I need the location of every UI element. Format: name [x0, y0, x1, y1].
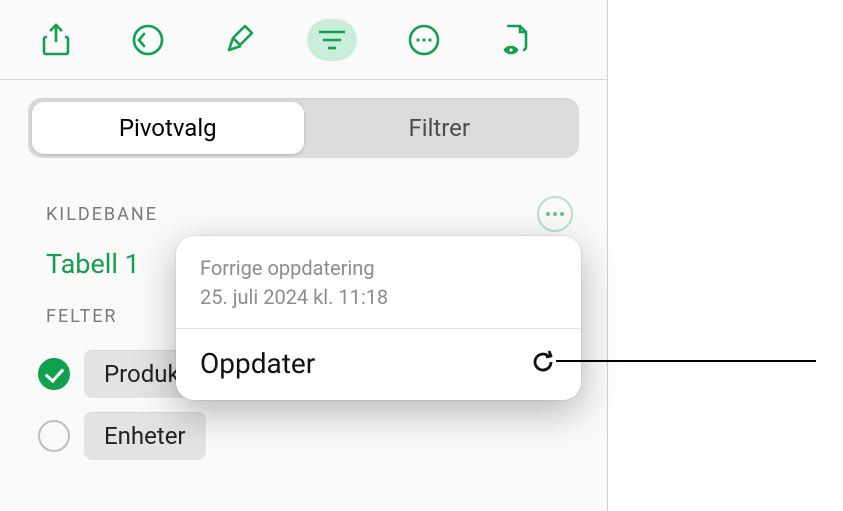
- field-checkbox[interactable]: [38, 420, 70, 452]
- paintbrush-icon: [220, 20, 260, 60]
- field-chip[interactable]: Enheter: [84, 412, 206, 460]
- segmented-control: Pivotvalg Filtrer: [28, 98, 579, 158]
- field-checkbox[interactable]: [38, 358, 70, 390]
- source-menu-button[interactable]: [537, 196, 573, 232]
- source-section-header: KILDEBANE: [46, 204, 158, 225]
- refresh-label: Oppdater: [200, 347, 315, 380]
- organize-button[interactable]: [286, 10, 378, 70]
- share-button[interactable]: [10, 10, 102, 70]
- inspector-panel: Pivotvalg Filtrer KILDEBANE Tabell 1 FEL…: [0, 0, 608, 511]
- filter-lines-icon: [307, 19, 357, 61]
- more-button[interactable]: [378, 10, 470, 70]
- tab-pivot-options[interactable]: Pivotvalg: [32, 102, 304, 154]
- last-update-label: Forrige oppdatering: [200, 254, 557, 283]
- toolbar: [0, 0, 607, 80]
- undo-icon: [128, 20, 168, 60]
- refresh-popover: Forrige oppdatering 25. juli 2024 kl. 11…: [176, 236, 581, 400]
- share-icon: [36, 20, 76, 60]
- popover-caption: Forrige oppdatering 25. juli 2024 kl. 11…: [176, 236, 581, 329]
- document-eye-icon: [496, 20, 536, 60]
- document-view-button[interactable]: [470, 10, 562, 70]
- undo-button[interactable]: [102, 10, 194, 70]
- field-row[interactable]: Enheter: [38, 405, 579, 467]
- format-button[interactable]: [194, 10, 286, 70]
- refresh-row[interactable]: Oppdater: [176, 329, 581, 400]
- last-update-timestamp: 25. juli 2024 kl. 11:18: [200, 283, 557, 312]
- source-section-header-row: KILDEBANE: [28, 188, 579, 238]
- refresh-icon: [529, 348, 557, 380]
- ellipsis-circle-icon: [404, 20, 444, 60]
- callout-line: [556, 360, 816, 362]
- tab-filter[interactable]: Filtrer: [304, 102, 576, 154]
- ellipsis-icon: [545, 211, 565, 217]
